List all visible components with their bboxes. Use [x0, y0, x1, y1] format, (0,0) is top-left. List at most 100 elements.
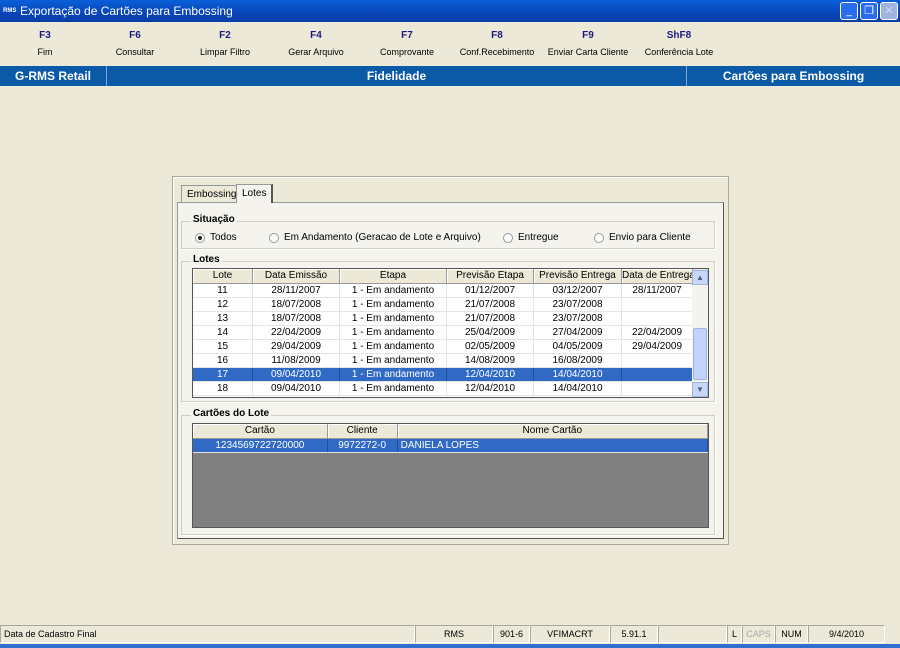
toolbar-button-f7[interactable]: F7 Comprovante [362, 30, 452, 57]
cell[interactable]: Previsão Entrega [534, 269, 622, 283]
cell: 28/11/2007 [253, 284, 340, 297]
cell[interactable]: Nome Cartão [398, 424, 708, 438]
toolbar-button-f8[interactable]: F8 Conf.Recebimento [452, 30, 542, 57]
cell[interactable]: Data Emissão [253, 269, 340, 283]
cell: 16 [193, 354, 253, 367]
cell[interactable]: Cliente [328, 424, 398, 438]
status-cell-3: 5.91.1 [610, 625, 658, 643]
status-bar: Data de Cadastro Final RMS 901-6 VFIMACRT 5… [0, 624, 900, 644]
cell[interactable]: Previsão Etapa [447, 269, 534, 283]
status-message: Data de Cadastro Final [0, 625, 415, 643]
cell: 22/04/2009 [622, 326, 693, 339]
situacao-title: Situação [191, 214, 237, 225]
radio-2[interactable]: Entregue [503, 232, 559, 243]
radio-label: Entregue [518, 232, 559, 243]
table-row[interactable]: 18 09/04/2010 1 - Em andamento 12/04/2010 14… [193, 382, 708, 396]
toolbar-button-shf8[interactable]: ShF8 Conferência Lote [634, 30, 724, 57]
toolbar-button-f6[interactable]: F6 Consultar [90, 30, 180, 57]
scroll-up-icon[interactable]: ▲ [692, 270, 708, 285]
cell: 04/05/2009 [534, 340, 622, 353]
table-row[interactable]: 15 29/04/2009 1 - Em andamento 02/05/2009 04… [193, 340, 708, 354]
scroll-thumb[interactable] [693, 328, 707, 380]
radio-label: Em Andamento (Geracao de Lote e Arquivo) [284, 232, 481, 243]
tab-lotes[interactable]: Lotes [236, 184, 274, 203]
status-cell-1: 901-6 [493, 625, 530, 643]
module-header: G-RMS Retail Fidelidade Cartões para Emb… [0, 66, 900, 86]
cell: 1 - Em andamento [340, 354, 447, 367]
button-label: Fim [37, 47, 53, 57]
cell: 28/11/2007 [622, 284, 693, 297]
cell[interactable]: Lote [193, 269, 253, 283]
radio-0[interactable]: Todos [195, 232, 237, 243]
shortcut-key: F6 [129, 30, 141, 41]
cell: 17 [193, 368, 253, 381]
cell: 09/04/2010 [253, 382, 340, 395]
cell: 12 [193, 298, 253, 311]
shortcut-key: F8 [491, 30, 503, 41]
cell: 1 - Em andamento [340, 326, 447, 339]
radio-circle[interactable] [195, 232, 205, 243]
table-row[interactable]: 13 18/07/2008 1 - Em andamento 21/07/2008 23… [193, 312, 708, 326]
cell[interactable]: Data de Entrega [622, 269, 693, 283]
status-cell-4 [658, 625, 727, 643]
cell [622, 368, 693, 381]
radio-circle[interactable] [594, 232, 604, 243]
status-cell-8: 9/4/2010 [808, 625, 885, 643]
cell: 16/08/2009 [534, 354, 622, 367]
cell [622, 312, 693, 325]
cell: 23/07/2008 [534, 312, 622, 325]
restore-icon[interactable]: ❐ [860, 2, 878, 20]
cell: 9972272-0 [328, 439, 398, 452]
table-row[interactable]: 11 28/11/2007 1 - Em andamento 01/12/2007 03… [193, 284, 708, 298]
cell: 11/08/2009 [253, 354, 340, 367]
lotes-grid[interactable]: Lote Data Emissão Etapa Previsão Etapa Previ… [192, 268, 709, 398]
toolbar-button-f3[interactable]: F3 Fim [0, 30, 90, 57]
radio-1[interactable]: Em Andamento (Geracao de Lote e Arquivo) [269, 232, 481, 243]
close-icon[interactable]: ✕ [880, 2, 898, 20]
shortcut-key: F7 [401, 30, 413, 41]
shortcut-key: ShF8 [666, 30, 692, 41]
cartoes-grid[interactable]: Cartão Cliente Nome Cartão 1234569722720000… [192, 423, 709, 528]
cell: 13 [193, 312, 253, 325]
cell: 14/08/2009 [447, 354, 534, 367]
cell: 18 [193, 382, 253, 395]
table-row[interactable]: 1234569722720000 9972272-0 DANIELA LOPES [193, 439, 708, 453]
header-module: Fidelidade [107, 66, 687, 86]
cell[interactable]: Cartão [193, 424, 328, 438]
cell: 27/04/2009 [534, 326, 622, 339]
table-row[interactable]: 16 11/08/2009 1 - Em andamento 14/08/2009 16… [193, 354, 708, 368]
status-cell-7: NUM [775, 625, 808, 643]
radio-circle[interactable] [503, 232, 513, 243]
radio-label: Todos [210, 232, 237, 243]
cell: 29/04/2009 [253, 340, 340, 353]
lotes-scrollbar[interactable]: ▲ ▼ [692, 270, 708, 397]
cell: 29/04/2009 [622, 340, 693, 353]
radio-3[interactable]: Envio para Cliente [594, 232, 691, 243]
minimize-icon[interactable]: _ [840, 2, 858, 20]
window-title: Exportação de Cartões para Embossing [20, 4, 233, 18]
status-cell-0: RMS [415, 625, 493, 643]
tab-embossing[interactable]: Embossing [181, 185, 243, 203]
cell: 1 - Em andamento [340, 298, 447, 311]
cell: 14 [193, 326, 253, 339]
cell: 1 - Em andamento [340, 284, 447, 297]
cell [622, 354, 693, 367]
cell[interactable]: Etapa [340, 269, 447, 283]
taskbar-edge [0, 644, 900, 648]
cell: 1 - Em andamento [340, 340, 447, 353]
toolbar-button-f4[interactable]: F4 Gerar Arquivo [271, 30, 361, 57]
table-row[interactable]: 14 22/04/2009 1 - Em andamento 25/04/2009 27… [193, 326, 708, 340]
cell: 22/04/2009 [253, 326, 340, 339]
cell: 18/07/2008 [253, 312, 340, 325]
shortcut-key: F4 [310, 30, 322, 41]
cell: 21/07/2008 [447, 298, 534, 311]
scroll-down-icon[interactable]: ▼ [692, 382, 708, 397]
button-label: Limpar Filtro [199, 47, 250, 57]
radio-circle[interactable] [269, 232, 279, 243]
lotes-header-row: Lote Data Emissão Etapa Previsão Etapa Previ… [193, 269, 708, 284]
table-row[interactable]: 12 18/07/2008 1 - Em andamento 21/07/2008 23… [193, 298, 708, 312]
table-row[interactable]: 17 09/04/2010 1 - Em andamento 12/04/2010 14… [193, 368, 708, 382]
shortcut-key: F2 [219, 30, 231, 41]
toolbar-button-f9[interactable]: F9 Enviar Carta Cliente [543, 30, 633, 57]
toolbar-button-f2[interactable]: F2 Limpar Filtro [180, 30, 270, 57]
